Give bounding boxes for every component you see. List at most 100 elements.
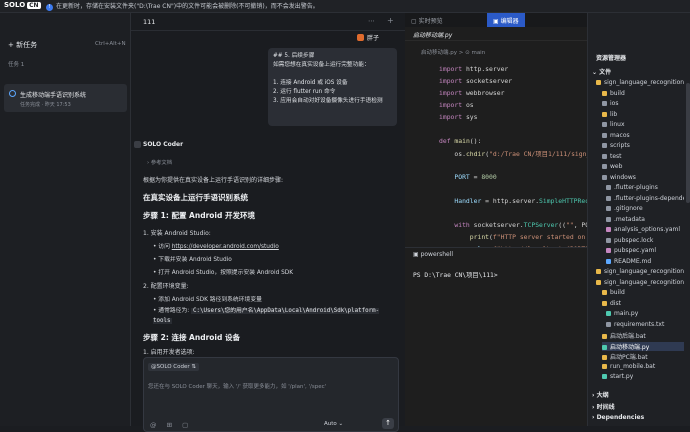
file-tree-item-label: 启动移动端.py [610,343,650,351]
file-tree-item[interactable]: test [602,153,684,160]
file-tree-item[interactable]: pubspec.yaml [606,247,684,254]
section-outline[interactable]: › 大纲 [592,390,609,399]
tab-editor[interactable]: ▣ 编辑器 [487,13,525,27]
step-item: 1. 启用开发者选项: [143,349,195,356]
file-tree-item[interactable]: sign_language_recognition_app [596,268,684,275]
task-section-label: 任务 1 [8,62,25,68]
model-select[interactable]: Auto ⌄ [324,421,343,427]
file-icon [602,164,607,169]
file-tree-item[interactable]: web [602,163,684,170]
file-icon [606,206,611,211]
terminal-panel[interactable]: ▣ powershell PS D:\Trae CN\项目\111> [405,247,587,426]
user-message: ## 5. 后续步骤 如需您想在真实设备上运行完整功能： 1. 连接 Andro… [268,48,397,126]
file-icon [602,111,607,117]
file-tree-item[interactable]: 启动后端.bat [602,331,684,340]
bullet-item: • 添加 Android SDK 路径到系统环境变量 [153,297,262,303]
task-item[interactable]: 生成移动端手语识别系统 任务完成 · 昨天 17:53 [4,84,127,112]
chat-title: 111 [143,18,156,26]
section-timeline[interactable]: › 时间线 [592,402,615,411]
file-tree-item-label: .flutter-plugins-dependencies [614,194,684,202]
file-tree-item[interactable]: .flutter-plugins [606,184,684,191]
file-tree-item-label: .gitignore [614,205,643,212]
chat-input-box[interactable]: @SOLO Coder ⇅ 您还在与 SOLO Coder 聊天，输入 '/' … [143,357,399,432]
file-tree-item[interactable]: .flutter-plugins-dependencies [606,195,684,202]
terminal-prompt[interactable]: PS D:\Trae CN\项目\111> [413,270,498,279]
file-tree-item-label: start.py [610,373,634,380]
file-tree-item-label: README.md [614,257,652,265]
file-tree-item-label: build [610,289,625,296]
file-tree-item[interactable]: run_mobile.bat [602,363,684,370]
file-tree-item[interactable]: requirements.txt [606,321,684,328]
explorer-title: 资源管理器 [596,55,627,62]
file-tree-item-label: macos [610,131,630,139]
file-tree-item[interactable]: build [602,289,684,296]
agent-mention-chip[interactable]: @SOLO Coder ⇅ [148,363,199,371]
studio-link[interactable]: https://developer.android.com/studio [172,244,279,250]
file-tree-item-label: main.py [614,310,639,317]
file-tree-item-label: web [610,163,623,170]
code-line: import http.server [439,65,509,73]
code-line: os.chdir("d:/Trae CN/项目1/111/sign_ [439,150,591,158]
file-tree-item[interactable]: 启动PC端.bat [602,352,684,361]
file-tree-item-label: lib [610,110,618,118]
file-tab[interactable]: 启动移动端.py [405,27,587,41]
file-icon [606,311,611,316]
file-tree-item[interactable]: ios [602,100,684,107]
file-tree-item[interactable]: sign_language_recognition_backend [596,279,684,286]
file-tree-item[interactable]: README.md [606,258,684,265]
code-line: def main(): [439,137,482,145]
heading-main: 在真实设备上运行手语识别系统 [143,193,248,202]
file-icon [602,334,607,339]
file-icon [606,216,611,222]
file-tree-item[interactable]: sign_language_recognition_app [596,79,684,86]
file-icon [602,122,607,127]
file-icon [606,258,611,264]
file-tree-item[interactable]: windows [602,174,684,181]
tab-live-preview[interactable]: ▢ 实时预览 [411,16,443,25]
file-tree-item[interactable]: build [602,90,684,97]
file-tree-item-label: build [610,89,625,97]
section-dependencies[interactable]: › Dependencies [592,414,644,421]
file-tree-item-label: ios [610,100,619,107]
code-line: import socketserver [439,77,513,85]
file-tree-item[interactable]: analysis_options.yaml [606,226,684,233]
explorer-panel: 资源管理器 ⌄ 文件 sign_language_recognition_app… [587,13,690,426]
explorer-scrollbar[interactable] [686,83,690,203]
new-task-button[interactable]: + 新任务 [8,40,37,50]
file-tree-item[interactable]: pubspec.lock [606,237,684,244]
code-line: print(f"HTTP server started on [469,233,586,241]
file-tree-item-label: test [610,152,622,160]
file-tree-item[interactable]: start.py [602,373,684,380]
add-icon[interactable]: + [387,16,394,25]
file-tree-item[interactable]: scripts [602,142,684,149]
file-tree-item[interactable]: .gitignore [606,205,684,212]
input-tool-icons[interactable]: @ ⊞ ▢ [150,421,192,429]
file-tree-item[interactable]: .metadata [606,216,684,223]
file-tree-item-label: requirements.txt [614,320,665,328]
file-tree-item[interactable]: linux [602,121,684,128]
file-tree-item[interactable]: lib [602,111,684,118]
send-icon[interactable]: ↑ [382,418,394,429]
file-tree-item[interactable]: main.py [606,310,684,317]
file-tree-item[interactable]: 启动移动端.py [602,341,684,351]
chat-input-placeholder[interactable]: 您还在与 SOLO Coder 聊天，输入 '/' 获取更多能力，如 '/pla… [148,382,326,390]
terminal-tab[interactable]: ▣ powershell [413,251,453,258]
file-icon [602,90,607,96]
editor-panel: ▢ 实时预览 ▣ 编辑器 启动移动端.py 启动移动端.py > ⊙ main … [405,13,591,426]
code-line: with socketserver.TCPServer(("", PO [454,221,590,229]
file-tree-item[interactable]: macos [602,132,684,139]
file-tree-item[interactable]: dist [602,300,684,307]
task-status-icon [9,90,16,97]
file-tree-item-label: analysis_options.yaml [614,226,681,233]
file-icon [602,300,607,306]
assistant-avatar [134,141,141,148]
code-line: import os [439,101,474,109]
code-line: Handler = http.server.SimpleHTTPReq [454,197,590,205]
chat-panel: 111 ⋯ + 胖子 ## 5. 后续步骤 如需您想在真实设备上运行完整功能： … [131,13,405,432]
section-files[interactable]: ⌄ 文件 [592,67,611,76]
more-icon[interactable]: ⋯ [368,17,375,25]
bullet-item: • 打开 Android Studio，按照提示安装 Android SDK [153,270,294,276]
file-tree-item-label: windows [610,173,636,181]
reference-docs-toggle[interactable]: › 参考文档 [147,158,172,166]
file-icon [602,290,607,295]
